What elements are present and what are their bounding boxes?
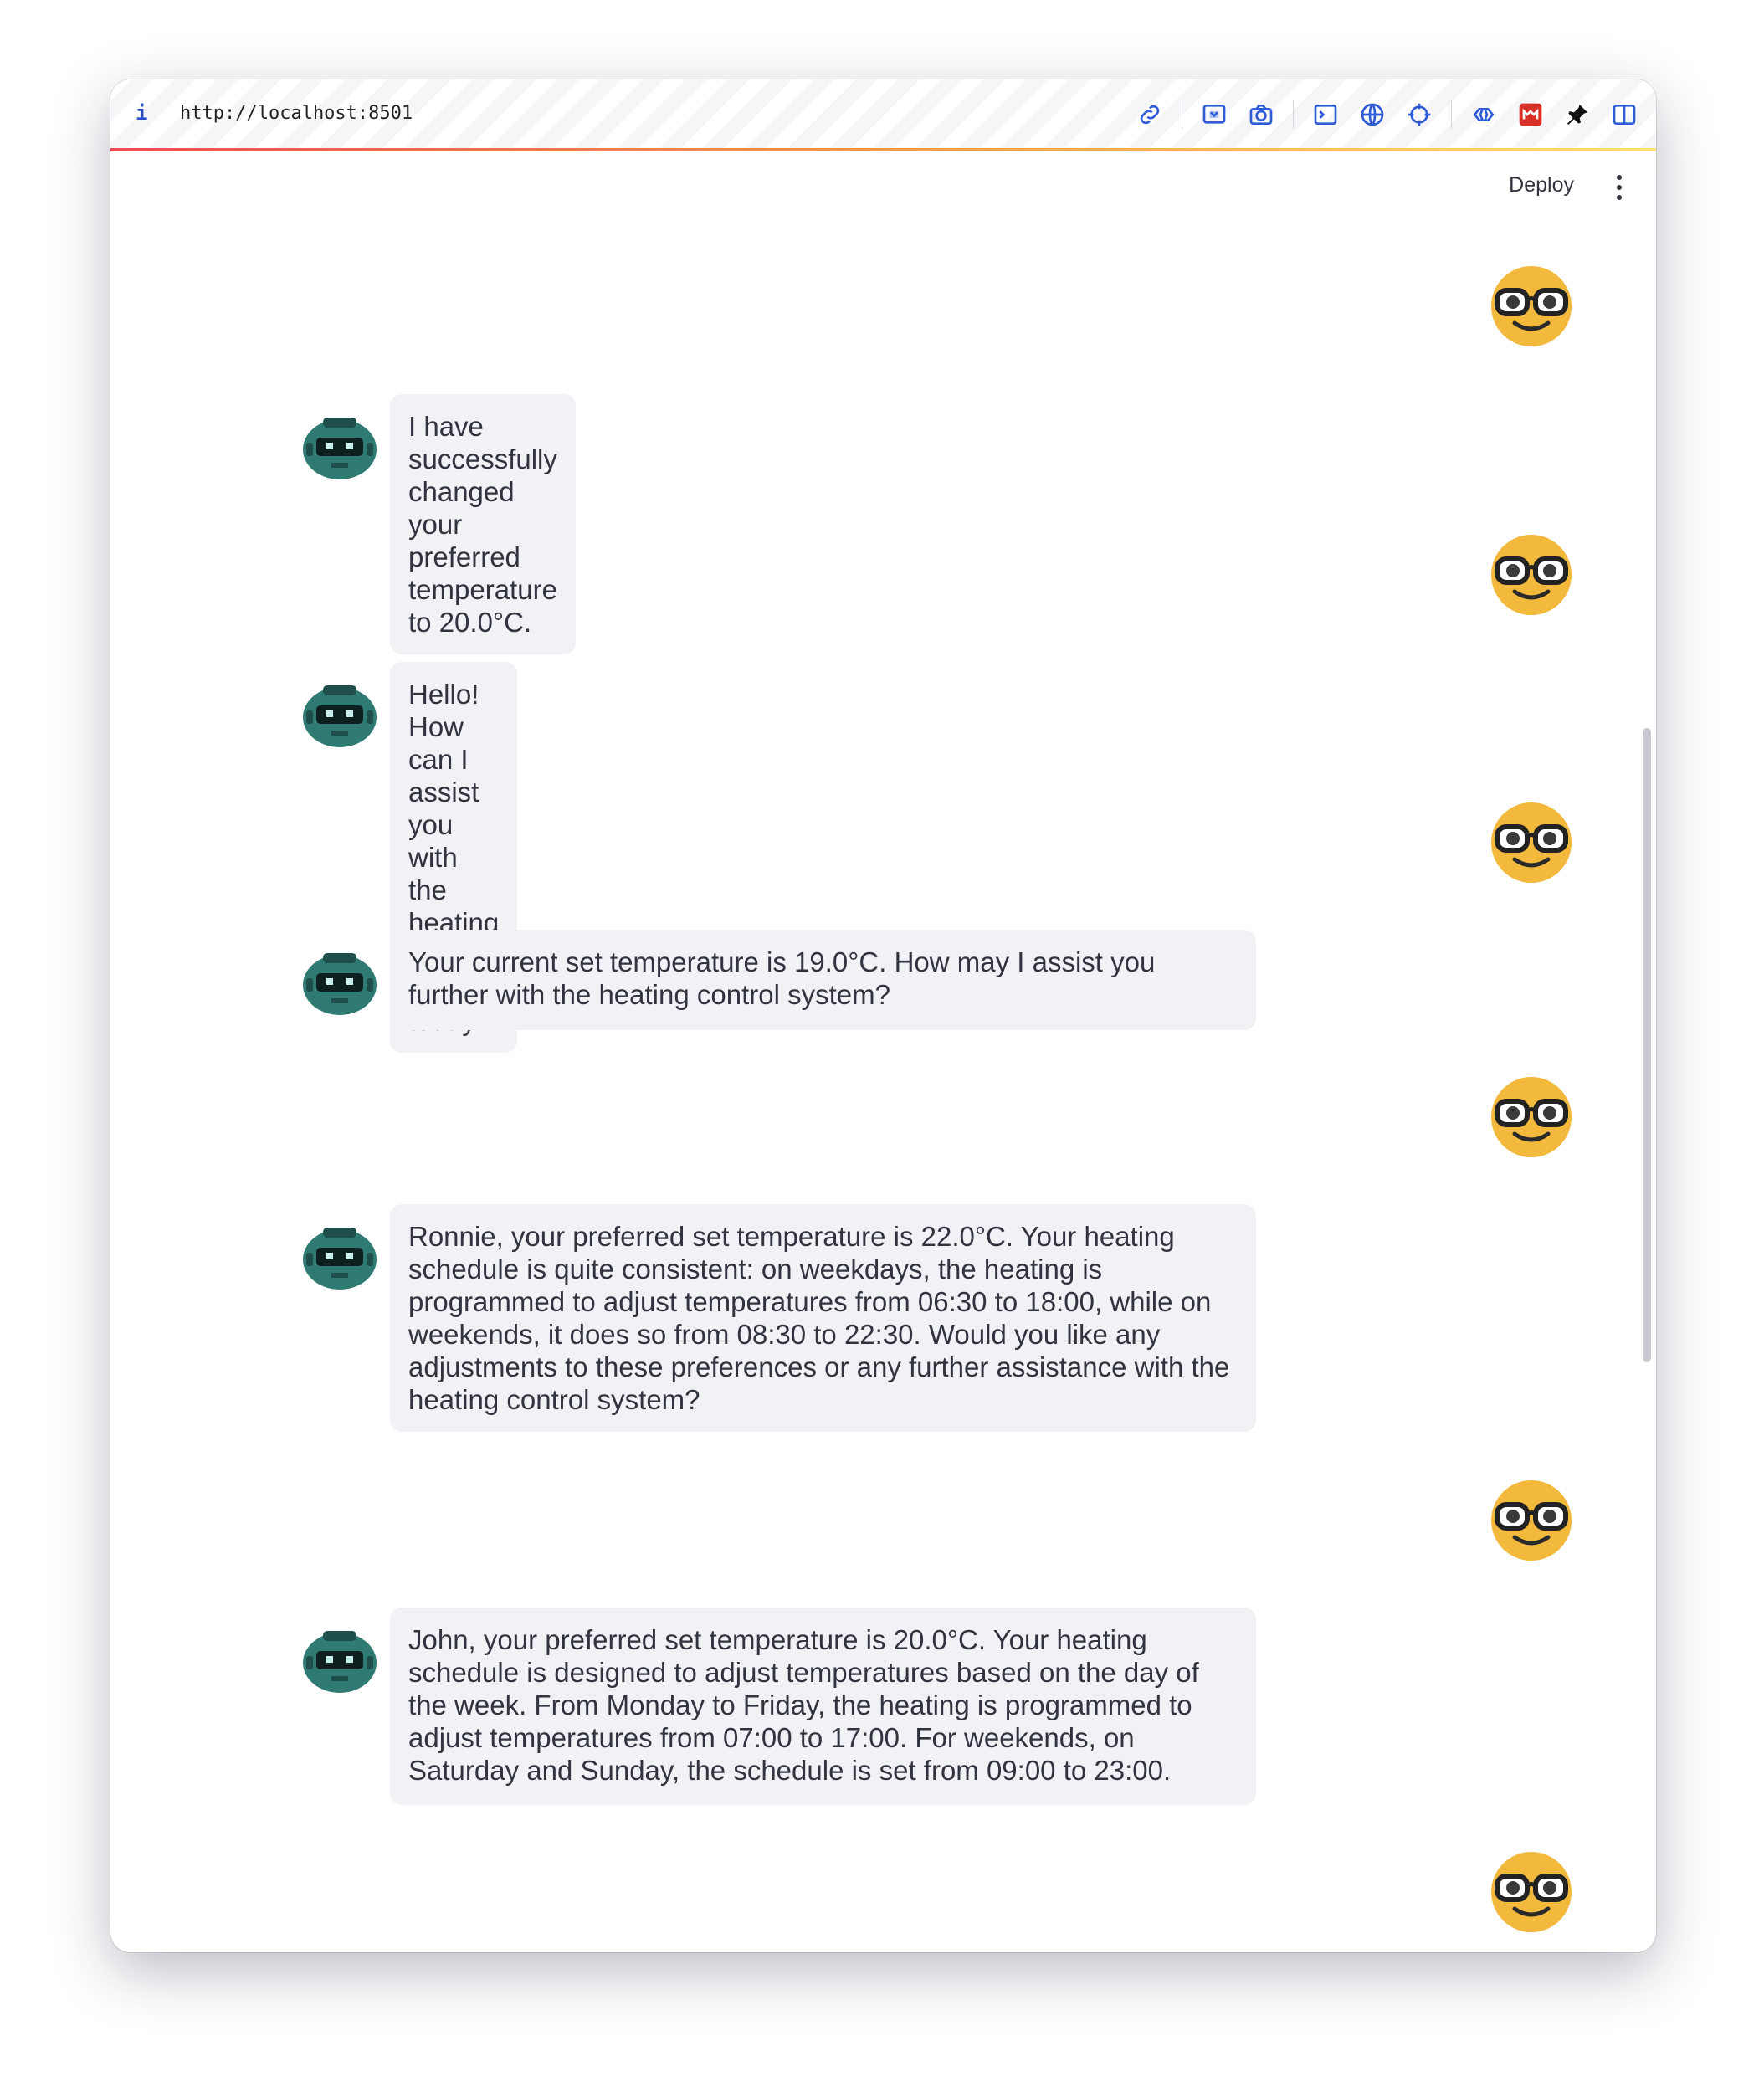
browser-window: i http://localhost:8501 Deploy I have su…	[110, 79, 1656, 1952]
nerd-face-icon	[1490, 533, 1573, 617]
nerd-face-icon	[1490, 801, 1573, 885]
assistant-message-text: John, your preferred set temperature is …	[390, 1608, 1256, 1805]
scrollbar[interactable]	[1643, 728, 1651, 1362]
robot-icon	[298, 406, 382, 490]
assistant-message-text: Your current set temperature is 19.0°C. …	[390, 930, 1256, 1030]
nerd-face-icon	[1490, 1479, 1573, 1562]
nerd-face-icon	[1490, 1850, 1573, 1934]
robot-icon	[298, 1216, 382, 1300]
robot-icon	[298, 941, 382, 1025]
nerd-face-icon	[1490, 1075, 1573, 1159]
robot-icon	[298, 674, 382, 757]
assistant-message-text: I have successfully changed your preferr…	[390, 394, 576, 654]
chat-container: Can you change my preferred temperature …	[110, 79, 1656, 1952]
robot-icon	[298, 1619, 382, 1703]
nerd-face-icon	[1490, 264, 1573, 348]
assistant-message-text: Ronnie, your preferred set temperature i…	[390, 1204, 1256, 1432]
